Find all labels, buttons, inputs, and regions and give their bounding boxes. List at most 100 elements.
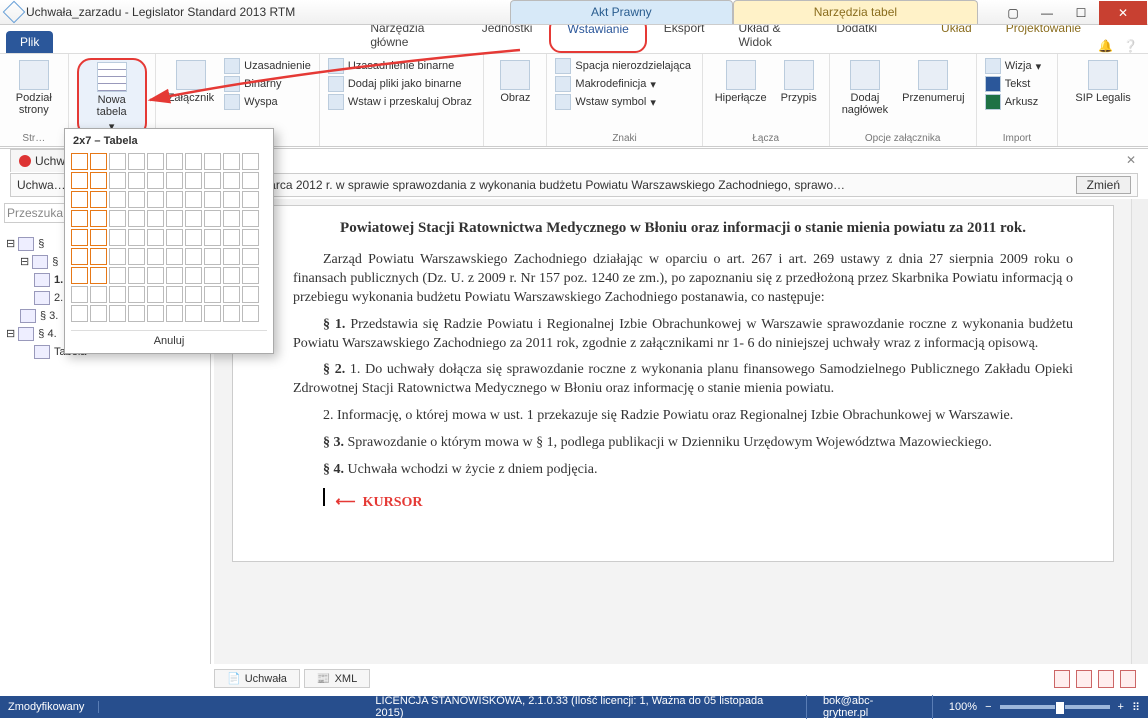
nowa-tabela-button[interactable]: Nowa tabela ▾ <box>77 58 147 137</box>
spacja-button[interactable]: Spacja nierozdzielająca <box>555 58 693 74</box>
grid-cell[interactable] <box>185 286 202 303</box>
flag-icon[interactable] <box>1098 670 1114 688</box>
wizja-button[interactable]: Wizja ▾ <box>985 58 1050 74</box>
grid-cell[interactable] <box>109 305 126 322</box>
dodaj-pliki-button[interactable]: Dodaj pliki jako binarne <box>328 76 476 92</box>
makrodefinicja-button[interactable]: Makrodefinicja ▾ <box>555 76 693 92</box>
sip-legalis-button[interactable]: SIP Legalis <box>1066 58 1140 106</box>
przenumeruj-button[interactable]: Przenumeruj <box>898 58 968 118</box>
grid-cell[interactable] <box>71 210 88 227</box>
context-tab-akt[interactable]: Akt Prawny <box>510 0 733 24</box>
grid-cell[interactable] <box>90 172 107 189</box>
podzial-strony-button[interactable]: Podział strony <box>8 58 60 118</box>
grid-cell[interactable] <box>185 153 202 170</box>
resize-grip-icon[interactable]: ⠿ <box>1132 701 1140 714</box>
grid-cell[interactable] <box>71 229 88 246</box>
context-tab-tabel[interactable]: Narzędzia tabel <box>733 0 978 24</box>
view-tab-xml[interactable]: 📰XML <box>304 669 370 688</box>
grid-cell[interactable] <box>166 191 183 208</box>
dodaj-naglowek-button[interactable]: Dodaj nagłówek <box>838 58 892 118</box>
grid-cell[interactable] <box>204 248 221 265</box>
grid-cell[interactable] <box>204 286 221 303</box>
grid-cell[interactable] <box>242 267 259 284</box>
grid-cell[interactable] <box>147 153 164 170</box>
help-icon[interactable]: ❔ <box>1123 39 1138 53</box>
grid-cell[interactable] <box>128 229 145 246</box>
wyspa-button[interactable]: Wyspa <box>224 94 311 110</box>
grid-cell[interactable] <box>242 172 259 189</box>
grid-cell[interactable] <box>166 153 183 170</box>
grid-cell[interactable] <box>147 229 164 246</box>
grid-cell[interactable] <box>109 191 126 208</box>
view-tab-uchwala[interactable]: 📄Uchwała <box>214 669 300 688</box>
grid-cell[interactable] <box>223 229 240 246</box>
grid-cell[interactable] <box>71 191 88 208</box>
grid-cell[interactable] <box>90 153 107 170</box>
grid-cell[interactable] <box>109 286 126 303</box>
grid-cell[interactable] <box>204 229 221 246</box>
grid-cell[interactable] <box>128 267 145 284</box>
grid-cell[interactable] <box>242 191 259 208</box>
grid-cell[interactable] <box>71 172 88 189</box>
grid-cell[interactable] <box>90 286 107 303</box>
uzasadnienie-button[interactable]: Uzasadnienie <box>224 58 311 74</box>
grid-cell[interactable] <box>242 153 259 170</box>
flag-icon[interactable] <box>1120 670 1136 688</box>
grid-cell[interactable] <box>90 229 107 246</box>
grid-cell[interactable] <box>166 267 183 284</box>
hiperlacze-button[interactable]: Hiperłącze <box>711 58 771 106</box>
grid-cell[interactable] <box>185 210 202 227</box>
vertical-scrollbar[interactable] <box>1131 199 1148 664</box>
wstaw-symbol-button[interactable]: Wstaw symbol ▾ <box>555 94 693 110</box>
grid-cell[interactable] <box>185 305 202 322</box>
grid-cell[interactable] <box>204 153 221 170</box>
binarny-button[interactable]: Binarny <box>224 76 311 92</box>
grid-cell[interactable] <box>109 172 126 189</box>
grid-cell[interactable] <box>223 153 240 170</box>
table-size-popup[interactable]: 2x7 – Tabela Anuluj <box>64 128 274 354</box>
close-doc-button[interactable]: ✕ <box>1126 153 1136 167</box>
grid-cell[interactable] <box>71 305 88 322</box>
przypis-button[interactable]: Przypis <box>777 58 821 106</box>
grid-cell[interactable] <box>166 229 183 246</box>
grid-cell[interactable] <box>128 248 145 265</box>
grid-cell[interactable] <box>242 286 259 303</box>
grid-cell[interactable] <box>166 172 183 189</box>
grid-cell[interactable] <box>223 286 240 303</box>
grid-cell[interactable] <box>128 153 145 170</box>
grid-cell[interactable] <box>204 191 221 208</box>
grid-cell[interactable] <box>109 248 126 265</box>
grid-cell[interactable] <box>185 229 202 246</box>
grid-cell[interactable] <box>109 153 126 170</box>
grid-cell[interactable] <box>223 172 240 189</box>
grid-cell[interactable] <box>109 267 126 284</box>
document-page[interactable]: Powiatowej Stacji Ratownictwa Medycznego… <box>232 205 1114 562</box>
file-tab[interactable]: Plik <box>6 31 53 53</box>
grid-cell[interactable] <box>128 286 145 303</box>
minimize-button[interactable]: — <box>1031 1 1063 25</box>
grid-cell[interactable] <box>128 172 145 189</box>
wstaw-obraz-button[interactable]: Wstaw i przeskaluj Obraz <box>328 94 476 110</box>
grid-cell[interactable] <box>223 210 240 227</box>
zalacznik-button[interactable]: Załącznik <box>164 58 218 110</box>
grid-cell[interactable] <box>128 305 145 322</box>
grid-cell[interactable] <box>71 267 88 284</box>
grid-cell[interactable] <box>242 229 259 246</box>
document-viewport[interactable]: Powiatowej Stacji Ratownictwa Medycznego… <box>214 199 1132 664</box>
table-grid-picker[interactable] <box>71 153 267 322</box>
zoom-in-button[interactable]: + <box>1118 701 1124 713</box>
grid-cell[interactable] <box>90 267 107 284</box>
close-button[interactable]: ✕ <box>1099 1 1147 25</box>
grid-cell[interactable] <box>166 248 183 265</box>
grid-cell[interactable] <box>90 248 107 265</box>
grid-cell[interactable] <box>185 248 202 265</box>
grid-cell[interactable] <box>147 172 164 189</box>
status-email[interactable]: bok@abc-grytner.pl <box>823 695 933 719</box>
grid-cell[interactable] <box>166 286 183 303</box>
breadcrumb-root[interactable]: Uchwa… <box>17 178 66 192</box>
grid-cell[interactable] <box>71 286 88 303</box>
grid-cell[interactable] <box>204 172 221 189</box>
grid-cell[interactable] <box>185 191 202 208</box>
obraz-button[interactable]: Obraz <box>492 58 538 106</box>
clip-icon[interactable] <box>1054 670 1070 688</box>
